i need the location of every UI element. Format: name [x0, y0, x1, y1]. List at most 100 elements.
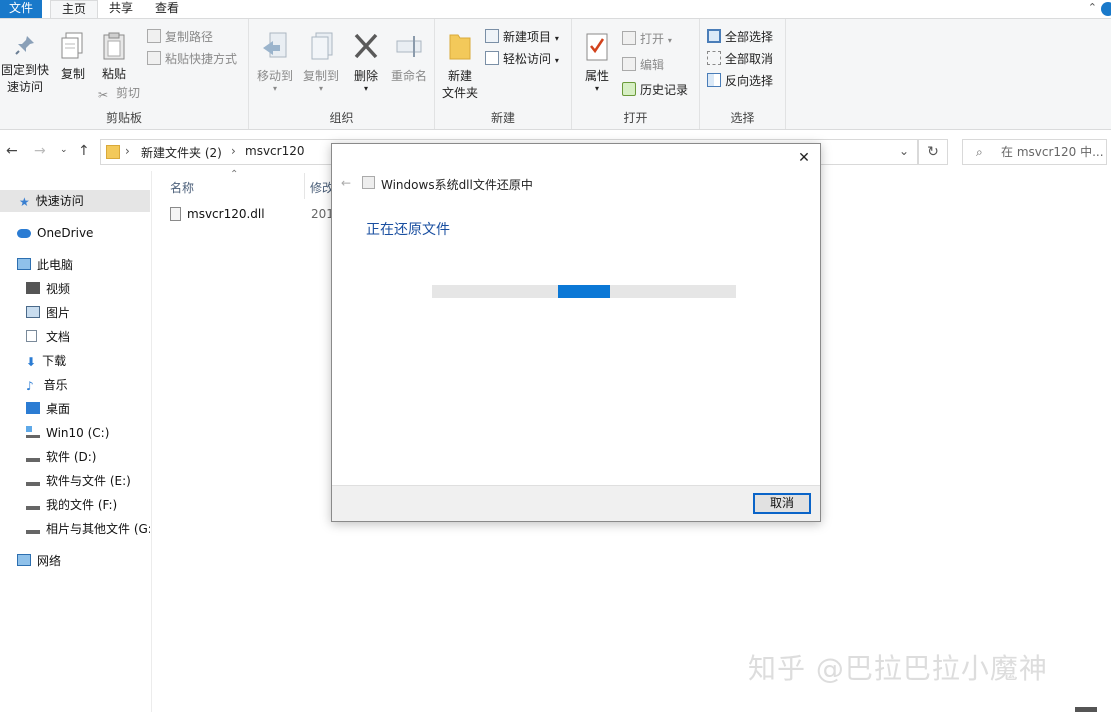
nav-music[interactable]: ♪ 音乐 [0, 374, 150, 396]
paste-shortcut-label: 粘贴快捷方式 [165, 52, 238, 66]
select-none-label: 全部取消 [725, 52, 774, 66]
copy-to-button[interactable]: 复制到 ▾ [299, 31, 343, 93]
open-label: 打开 [640, 32, 665, 46]
help-icon[interactable] [1101, 2, 1111, 16]
rename-icon [396, 36, 422, 57]
select-all-button[interactable]: 全部选择 [707, 27, 773, 47]
nav-quick-access[interactable]: ★ 快速访问 [0, 190, 150, 212]
picture-icon [26, 306, 40, 318]
nav-drive-d[interactable]: 软件 (D:) [0, 446, 150, 468]
history-icon [622, 82, 636, 96]
copy-button[interactable]: 复制 [56, 31, 90, 83]
nav-downloads[interactable]: ⬇ 下载 [0, 350, 150, 372]
move-to-button[interactable]: 移动到 ▾ [253, 31, 297, 93]
nav-network-label: 网络 [37, 554, 62, 568]
tab-share[interactable]: 共享 [98, 0, 144, 18]
nav-downloads-label: 下载 [42, 354, 67, 368]
nav-this-pc[interactable]: 此电脑 [0, 254, 150, 276]
paste-shortcut-icon [147, 51, 161, 65]
open-dropdown-icon: ▾ [667, 36, 672, 45]
tab-file[interactable]: 文件 [0, 0, 42, 18]
open-button[interactable]: 打开 ▾ [622, 29, 672, 49]
easy-access-button[interactable]: 轻松访问 ▾ [485, 49, 559, 69]
select-all-label: 全部选择 [725, 30, 774, 44]
group-select-label: 选择 [730, 111, 755, 125]
paste-shortcut-button[interactable]: 粘贴快捷方式 [147, 49, 237, 69]
breadcrumb-folder[interactable]: 新建文件夹 (2) [141, 144, 222, 161]
invert-selection-button[interactable]: 反向选择 [707, 71, 773, 91]
nav-drive-c[interactable]: Win10 (C:) [0, 422, 150, 444]
group-select: 全部选择 全部取消 反向选择 选择 [700, 19, 786, 129]
group-open: 属性 ▾ 打开 ▾ 编辑 历史记录 打开 [572, 19, 700, 129]
breadcrumb-separator-icon[interactable]: › [125, 144, 130, 158]
cancel-button[interactable]: 取消 [753, 493, 811, 514]
properties-button[interactable]: 属性 ▾ [580, 31, 614, 93]
search-input[interactable]: ⌕ 在 msvcr120 中... [962, 139, 1107, 165]
address-dropdown-icon[interactable]: ⌄ [899, 144, 909, 158]
cloud-icon [17, 229, 31, 238]
paste-button[interactable]: 粘贴 [97, 31, 131, 83]
recent-dropdown-icon[interactable]: ⌄ [60, 145, 68, 155]
history-label: 历史记录 [640, 83, 689, 97]
new-folder-button[interactable]: 新建 文件夹 [439, 31, 481, 102]
desktop-icon [26, 402, 40, 414]
file-row[interactable]: msvcr120.dll [170, 207, 265, 221]
tab-home[interactable]: 主页 [50, 0, 99, 18]
copy-to-icon [311, 32, 333, 60]
cut-label: 剪切 [116, 86, 141, 100]
breadcrumb-current[interactable]: msvcr120 [245, 144, 304, 158]
nav-pictures-label: 图片 [46, 306, 71, 320]
nav-drive-g[interactable]: 相片与其他文件 (G: [0, 518, 150, 540]
up-arrow-icon[interactable]: ↑ [78, 143, 90, 159]
pin-quick-access-button[interactable]: 固定到快 速访问 [0, 33, 50, 96]
nav-pictures[interactable]: 图片 [0, 302, 150, 324]
new-item-button[interactable]: 新建项目 ▾ [485, 27, 559, 47]
delete-dropdown-icon: ▾ [363, 84, 368, 93]
delete-button[interactable]: 删除 ▾ [347, 31, 385, 93]
invert-selection-label: 反向选择 [725, 74, 774, 88]
nav-network[interactable]: 网络 [0, 550, 150, 572]
column-header-name[interactable]: 名称 [170, 179, 194, 196]
scrollbar-thumb[interactable] [1075, 707, 1097, 712]
close-icon[interactable]: ✕ [796, 150, 812, 166]
copy-icon [61, 32, 83, 59]
restore-dialog: ✕ ← Windows系统dll文件还原中 正在还原文件 取消 [331, 143, 821, 522]
forward-arrow-icon[interactable]: → [34, 143, 46, 159]
back-arrow-icon[interactable]: ← [6, 143, 18, 159]
delete-label: 删除 [353, 69, 378, 83]
refresh-button[interactable]: ↻ [918, 139, 948, 165]
copy-label: 复制 [60, 67, 85, 81]
nav-desktop[interactable]: 桌面 [0, 398, 150, 420]
nav-drive-f[interactable]: 我的文件 (F:) [0, 494, 150, 516]
nav-drive-f-label: 我的文件 (F:) [46, 498, 118, 512]
easy-access-label: 轻松访问 [503, 52, 552, 66]
copy-path-icon [147, 29, 161, 43]
pin-icon [15, 36, 34, 55]
nav-drive-e[interactable]: 软件与文件 (E:) [0, 470, 150, 492]
group-new: 新建 文件夹 新建项目 ▾ 轻松访问 ▾ 新建 [435, 19, 572, 129]
pin-label-2: 速访问 [6, 80, 43, 94]
nav-videos[interactable]: 视频 [0, 278, 150, 300]
dll-file-icon [170, 207, 181, 221]
folder-icon [106, 145, 120, 159]
ribbon-expand-icon[interactable]: ⌃ [1088, 1, 1097, 14]
paste-icon [103, 32, 125, 60]
tab-view[interactable]: 查看 [144, 0, 190, 18]
edit-button[interactable]: 编辑 [622, 55, 664, 75]
breadcrumb-separator-icon[interactable]: › [231, 144, 236, 158]
history-button[interactable]: 历史记录 [622, 80, 688, 100]
easy-access-icon [485, 51, 499, 65]
select-none-icon [707, 51, 721, 65]
column-divider[interactable] [304, 173, 305, 199]
select-none-button[interactable]: 全部取消 [707, 49, 773, 69]
search-icon: ⌕ [976, 145, 983, 159]
nav-documents-label: 文档 [46, 330, 71, 344]
back-arrow-icon[interactable]: ← [341, 176, 351, 190]
rename-button[interactable]: 重命名 [387, 31, 431, 85]
nav-onedrive[interactable]: OneDrive [0, 222, 150, 244]
copy-path-button[interactable]: 复制路径 [147, 27, 213, 47]
cut-button[interactable]: ✂ 剪切 [98, 83, 140, 103]
film-icon [26, 282, 40, 294]
nav-documents[interactable]: 文档 [0, 326, 150, 348]
nav-videos-label: 视频 [46, 282, 71, 296]
